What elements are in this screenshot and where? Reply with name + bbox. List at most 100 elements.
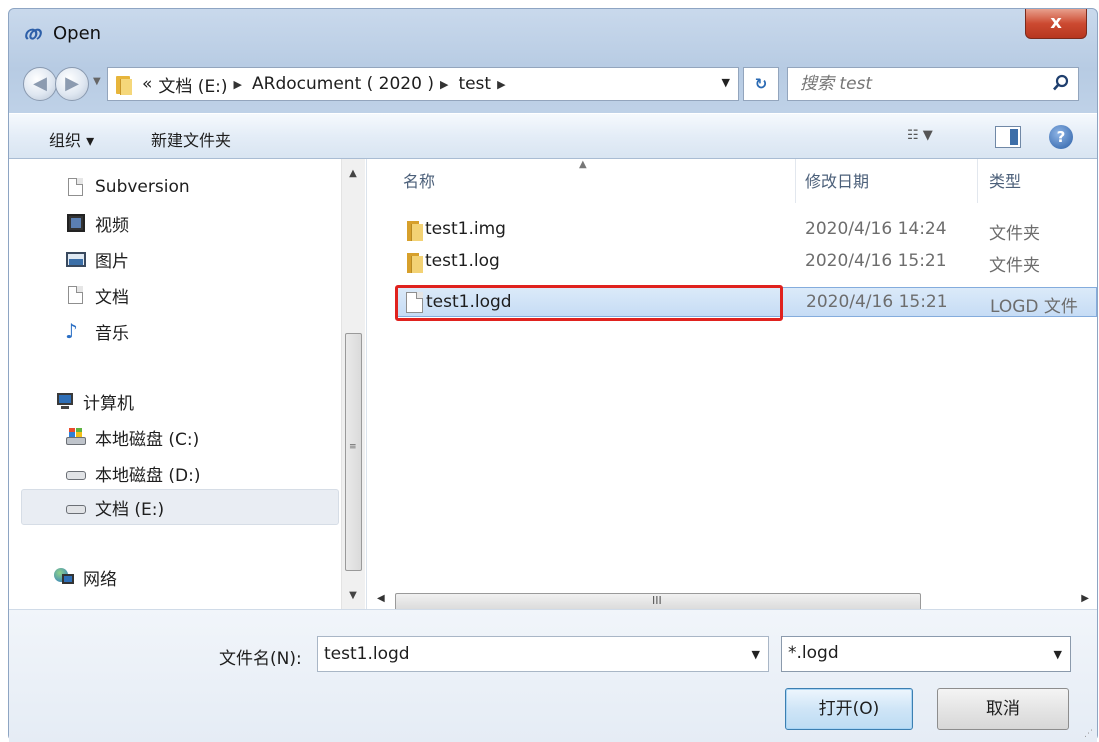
column-divider[interactable]: [977, 159, 978, 203]
file-list[interactable]: ▲ 名称 修改日期 类型 test1.img 2020/4/16 14:24 文…: [367, 159, 1099, 611]
network-icon: [53, 567, 75, 587]
help-button[interactable]: ?: [1049, 125, 1073, 149]
nav-item-documents[interactable]: 文档: [65, 279, 129, 311]
file-date: 2020/4/16 15:21: [806, 292, 948, 312]
file-row[interactable]: test1.log 2020/4/16 15:21 文件夹: [389, 247, 1095, 277]
file-type: 文件夹: [989, 256, 1040, 276]
address-dropdown-icon[interactable]: ▼: [722, 76, 730, 89]
new-folder-button[interactable]: 新建文件夹: [151, 127, 231, 151]
window-title: Open: [53, 23, 102, 44]
document-icon: [65, 285, 87, 305]
scroll-down-icon[interactable]: ▼: [342, 585, 364, 607]
file-date: 2020/4/16 14:24: [805, 219, 947, 239]
breadcrumb-segment-ardocument[interactable]: ARdocument ( 2020 ): [252, 74, 434, 94]
breadcrumb-separator-icon[interactable]: ▶: [234, 78, 242, 91]
scroll-left-icon[interactable]: ◀: [377, 593, 385, 604]
scroll-right-icon[interactable]: ▶: [1081, 593, 1089, 604]
file-name: test1.log: [425, 251, 500, 271]
nav-item-label: 计算机: [83, 393, 134, 414]
title-bar[interactable]: ത Open x: [9, 9, 1097, 61]
scroll-grip-icon: III: [652, 594, 662, 607]
nav-item-label: 本地磁盘 (D:): [95, 465, 201, 486]
nav-item-videos[interactable]: 视频: [65, 207, 129, 239]
drive-icon: [65, 497, 87, 517]
forward-button[interactable]: ▶: [55, 67, 89, 101]
preview-pane-button[interactable]: [995, 126, 1021, 148]
file-type: LOGD 文件: [990, 297, 1078, 317]
view-options-button[interactable]: ☷ ▼: [907, 128, 963, 148]
filetype-value: *.logd: [788, 643, 839, 663]
search-input[interactable]: [800, 69, 1040, 99]
picture-icon: [65, 249, 87, 269]
filename-combobox[interactable]: ▼: [317, 636, 769, 672]
file-date: 2020/4/16 15:21: [805, 251, 947, 271]
scroll-up-icon[interactable]: ▲: [342, 163, 364, 185]
preview-pane-icon: [1010, 129, 1018, 145]
recent-pages-dropdown[interactable]: ▼: [93, 76, 101, 87]
drive-icon: [65, 463, 87, 483]
navigation-pane[interactable]: Subversion 视频 图片 文档 ♪ 音乐 计算机 本地磁盘 (C:) 本…: [9, 159, 367, 609]
file-name: test1.img: [425, 219, 506, 239]
help-icon: ?: [1056, 128, 1066, 146]
breadcrumb-separator-icon[interactable]: ▶: [440, 78, 448, 91]
open-button[interactable]: 打开(O): [785, 688, 913, 730]
chevron-down-icon: ▼: [922, 128, 933, 143]
nav-item-label: 视频: [95, 215, 129, 236]
nav-item-computer[interactable]: 计算机: [53, 385, 134, 417]
nav-item-drive-d[interactable]: 本地磁盘 (D:): [65, 457, 201, 489]
folder-icon: [405, 219, 423, 241]
nav-item-network[interactable]: 网络: [53, 561, 117, 593]
filename-label: 文件名(N):: [219, 649, 302, 669]
dialog-footer: 文件名(N): ▼ *.logd ▼ 打开(O) 取消 ⋰: [9, 609, 1097, 742]
nav-item-label: 文档 (E:): [95, 499, 165, 520]
filetype-select[interactable]: *.logd ▼: [781, 636, 1071, 672]
column-header-date[interactable]: 修改日期: [805, 167, 869, 197]
breadcrumb-segment-drive[interactable]: 文档 (E:): [158, 72, 227, 97]
nav-item-subversion[interactable]: Subversion: [65, 171, 190, 203]
nav-item-label: 本地磁盘 (C:): [95, 429, 200, 450]
system-drive-icon: [65, 427, 87, 447]
file-row[interactable]: test1.img 2020/4/16 14:24 文件夹: [389, 215, 1095, 245]
search-box[interactable]: [787, 67, 1079, 101]
column-header-type[interactable]: 类型: [989, 167, 1021, 197]
view-list-icon: ☷: [907, 128, 919, 143]
cancel-button[interactable]: 取消: [937, 688, 1069, 730]
organize-menu[interactable]: 组织 ▾: [49, 127, 94, 151]
breadcrumb-separator-icon[interactable]: ▶: [497, 78, 505, 91]
nav-item-drive-c[interactable]: 本地磁盘 (C:): [65, 421, 199, 453]
nav-item-label: 文档: [95, 287, 129, 308]
column-divider[interactable]: [795, 159, 796, 203]
breadcrumb[interactable]: « 文档 (E:) ▶ ARdocument ( 2020 ) ▶ test ▶…: [107, 67, 739, 101]
chevron-down-icon[interactable]: ▼: [752, 648, 760, 661]
open-dialog: ത Open x ◀ ▶ ▼ « 文档 (E:) ▶ ARdocument ( …: [8, 8, 1099, 742]
nav-item-label: 音乐: [95, 323, 129, 344]
content-area: Subversion 视频 图片 文档 ♪ 音乐 计算机 本地磁盘 (C:) 本…: [9, 159, 1099, 611]
arrow-left-icon: ◀: [33, 73, 47, 94]
nav-item-music[interactable]: ♪ 音乐: [65, 315, 129, 347]
computer-icon: [53, 391, 75, 411]
close-button[interactable]: x: [1025, 9, 1087, 39]
chevron-down-icon[interactable]: ▼: [1054, 648, 1062, 661]
scrollbar-thumb[interactable]: ≡: [345, 333, 362, 571]
nav-item-label: 网络: [83, 569, 117, 590]
arrow-right-icon: ▶: [65, 73, 79, 94]
breadcrumb-overflow[interactable]: «: [142, 74, 152, 94]
music-icon: ♪: [65, 319, 78, 343]
nav-item-label: Subversion: [95, 177, 190, 197]
nav-item-pictures[interactable]: 图片: [65, 243, 129, 275]
filename-input[interactable]: [324, 638, 724, 670]
annotation-highlight-box: [395, 285, 783, 321]
back-button[interactable]: ◀: [23, 67, 57, 101]
nav-vertical-scrollbar[interactable]: ▲ ≡ ▼: [341, 159, 365, 609]
column-header-name[interactable]: 名称: [403, 167, 435, 197]
address-row: ◀ ▶ ▼ « 文档 (E:) ▶ ARdocument ( 2020 ) ▶ …: [9, 61, 1097, 109]
search-icon[interactable]: [1052, 74, 1070, 92]
folder-icon: [114, 73, 134, 95]
resize-grip-icon[interactable]: ⋰: [1084, 729, 1093, 739]
scroll-grip-icon: ≡: [349, 442, 357, 452]
nav-item-drive-e[interactable]: 文档 (E:): [21, 489, 339, 525]
folder-icon: [405, 251, 423, 273]
video-icon: [65, 213, 87, 233]
breadcrumb-segment-test[interactable]: test: [458, 74, 491, 94]
refresh-button[interactable]: ↻: [743, 67, 779, 101]
